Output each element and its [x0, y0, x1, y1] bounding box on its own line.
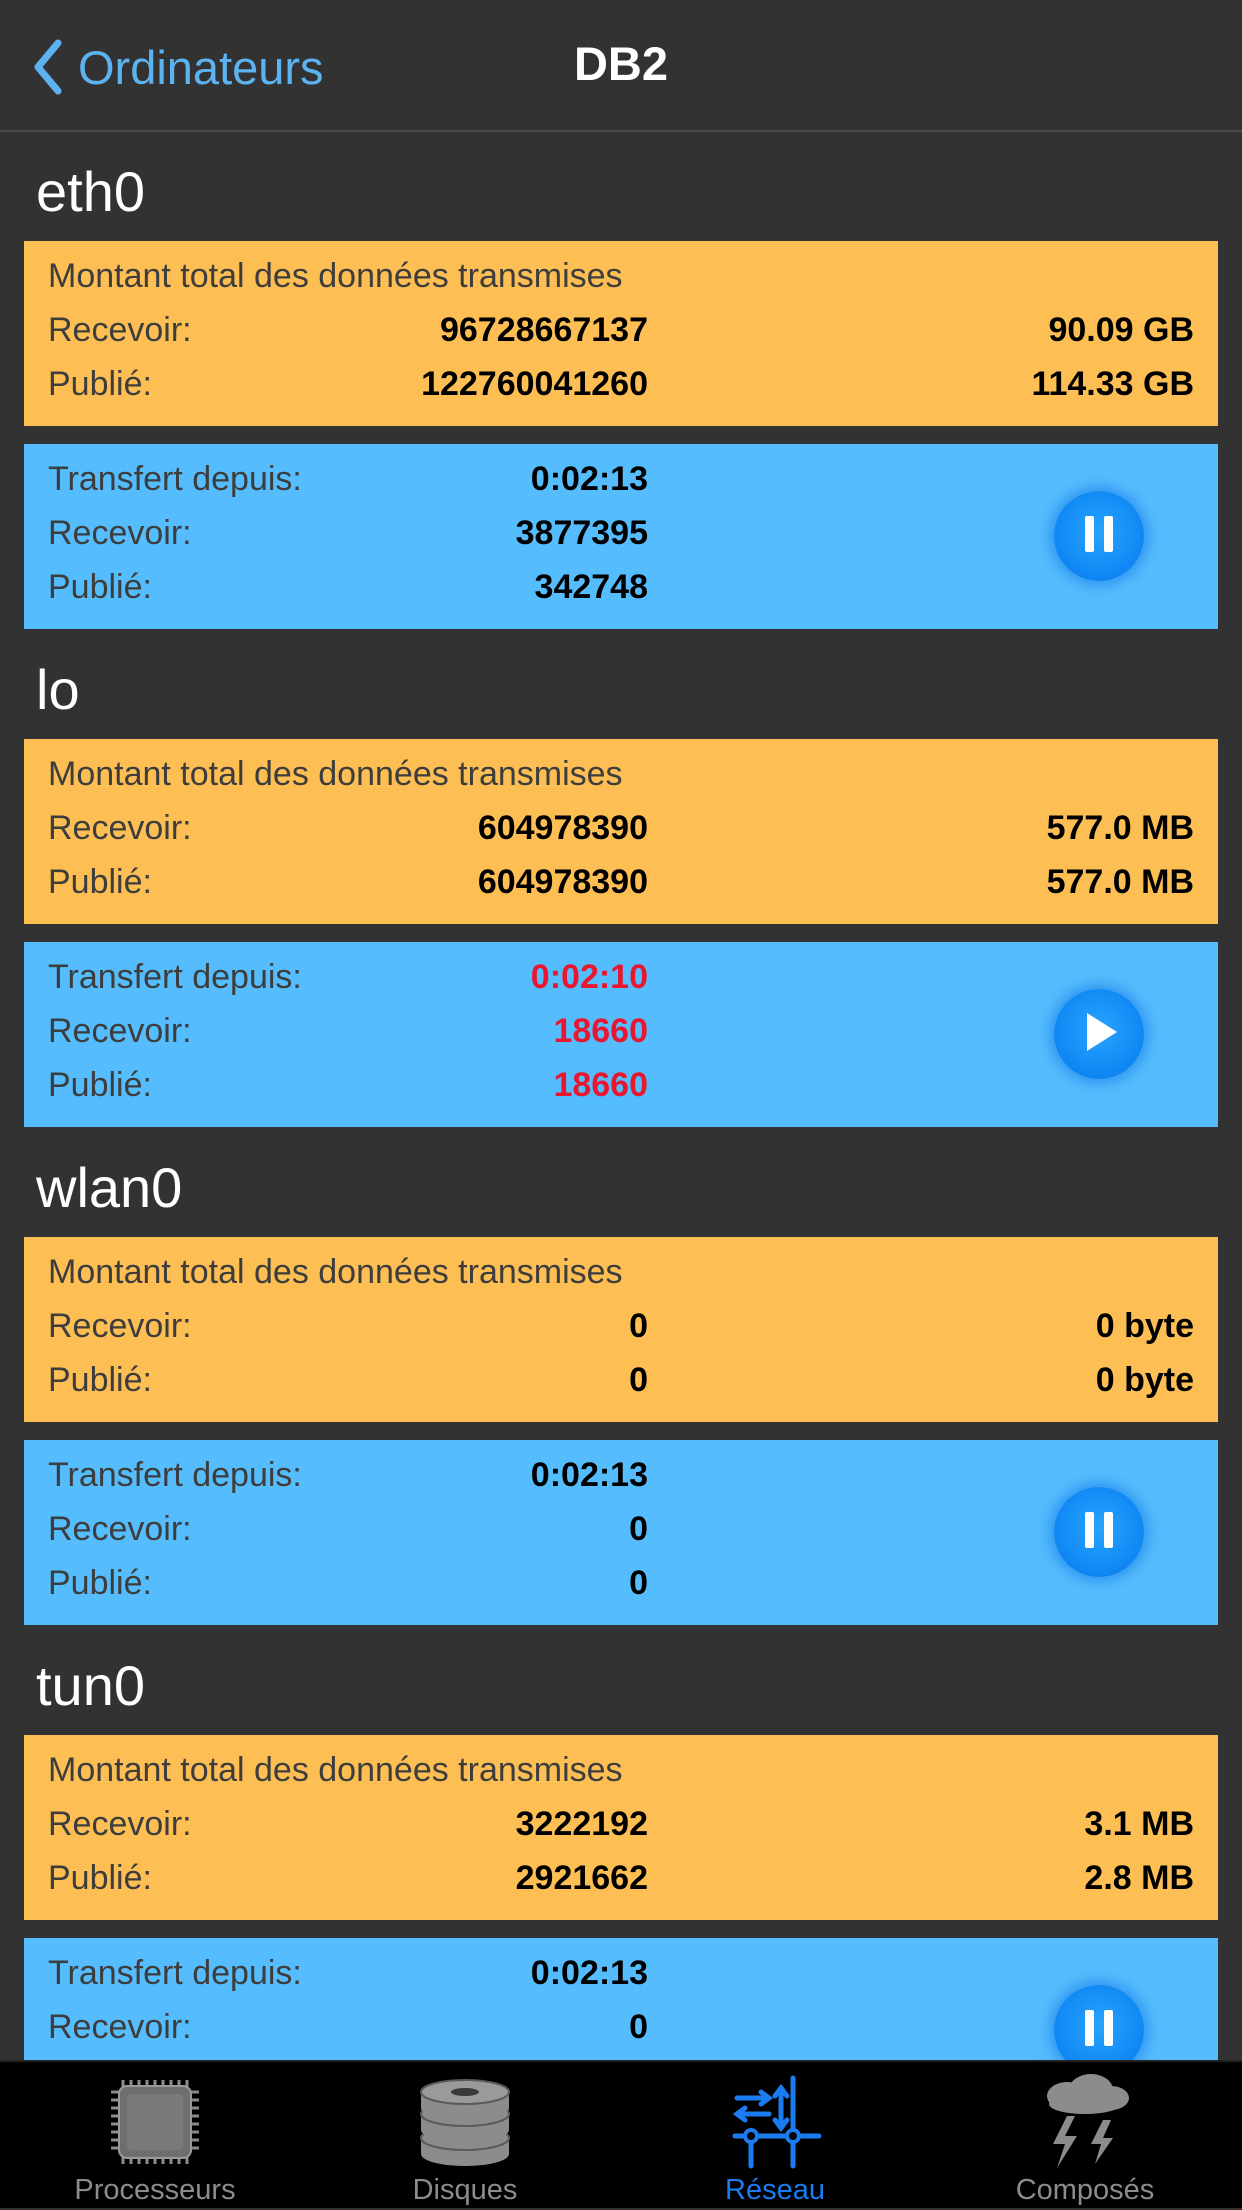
total-receive-value: 604978390 [477, 809, 648, 847]
rate-receive-value: 3877395 [515, 514, 648, 552]
since-label: Transfert depuis: [48, 1954, 302, 1992]
since-label: Transfert depuis: [48, 958, 302, 996]
receive-label: Recevoir: [48, 1307, 192, 1345]
total-receive-value: 3222192 [515, 1805, 648, 1843]
rate-card-lo: Transfert depuis: 0:02:10 Recevoir: 1866… [24, 942, 1218, 1127]
receive-label: Recevoir: [48, 311, 192, 349]
interface-title-tun0: tun0 [36, 1654, 145, 1717]
interface-title-eth0: eth0 [36, 160, 145, 223]
sent-label: Publié: [48, 1361, 152, 1399]
total-card-wlan0: Montant total des données transmises Rec… [24, 1237, 1218, 1422]
sent-label: Publié: [48, 1066, 152, 1104]
interface-title-wlan0: wlan0 [36, 1156, 183, 1219]
total-sent-size: 577.0 MB [1046, 863, 1194, 901]
total-header: Montant total des données transmises [48, 1253, 623, 1291]
total-sent-size: 114.33 GB [1031, 365, 1194, 403]
total-receive-size: 3.1 MB [1084, 1805, 1194, 1843]
rate-receive-value: 0 [629, 2008, 648, 2046]
rate-sent-value: 0 [629, 1564, 648, 1602]
rate-card-tun0: Transfert depuis: 0:02:13 Recevoir: 0 [24, 1938, 1218, 2060]
total-sent-value: 0 [629, 1361, 648, 1399]
rate-card-wlan0: Transfert depuis: 0:02:13 Recevoir: 0 Pu… [24, 1440, 1218, 1625]
total-card-tun0: Montant total des données transmises Rec… [24, 1735, 1218, 1920]
pause-button[interactable] [1054, 1487, 1144, 1577]
interface-title-lo: lo [36, 658, 80, 721]
sent-label: Publié: [48, 1859, 152, 1897]
tab-label: Processeurs [74, 2174, 236, 2206]
sent-label: Publié: [48, 365, 152, 403]
rate-receive-value: 0 [629, 1510, 648, 1548]
tab-composes[interactable]: Composés [930, 2062, 1240, 2210]
total-header: Montant total des données transmises [48, 755, 623, 793]
tab-label: Réseau [725, 2174, 825, 2206]
pause-button[interactable] [1054, 1985, 1144, 2060]
rate-receive-value: 18660 [553, 1012, 648, 1050]
total-card-eth0: Montant total des données transmises Rec… [24, 241, 1218, 426]
pause-icon [1081, 514, 1117, 559]
tab-processeurs[interactable]: Processeurs [0, 2062, 310, 2210]
since-value: 0:02:10 [530, 958, 648, 996]
receive-label: Recevoir: [48, 809, 192, 847]
storm-cloud-icon [930, 2074, 1240, 2170]
tab-disques[interactable]: Disques [310, 2062, 620, 2210]
receive-label: Recevoir: [48, 2008, 192, 2046]
interfaces-list[interactable]: eth0 Montant total des données transmise… [0, 134, 1242, 2060]
back-button-label: Ordinateurs [78, 40, 324, 94]
total-sent-value: 122760041260 [421, 365, 648, 403]
rate-card-eth0: Transfert depuis: 0:02:13 Recevoir: 3877… [24, 444, 1218, 629]
back-button[interactable]: Ordinateurs [34, 32, 324, 102]
since-label: Transfert depuis: [48, 1456, 302, 1494]
pause-icon [1081, 2008, 1117, 2053]
total-sent-value: 2921662 [515, 1859, 648, 1897]
receive-label: Recevoir: [48, 1805, 192, 1843]
since-value: 0:02:13 [530, 1954, 648, 1992]
total-sent-size: 2.8 MB [1084, 1859, 1194, 1897]
since-value: 0:02:13 [530, 1456, 648, 1494]
sent-label: Publié: [48, 568, 152, 606]
sent-label: Publié: [48, 863, 152, 901]
tab-bar: Processeurs Disques Réseau Composés [0, 2060, 1242, 2208]
total-header: Montant total des données transmises [48, 257, 623, 295]
play-icon [1079, 1011, 1119, 1058]
navigation-bar: Ordinateurs DB2 [0, 0, 1242, 132]
rate-sent-value: 342748 [534, 568, 648, 606]
pause-button[interactable] [1054, 491, 1144, 581]
total-receive-value: 96728667137 [439, 311, 648, 349]
receive-label: Recevoir: [48, 1510, 192, 1548]
sent-label: Publié: [48, 1564, 152, 1602]
total-receive-size: 0 byte [1095, 1307, 1194, 1345]
tab-reseau[interactable]: Réseau [620, 2062, 930, 2210]
total-receive-size: 577.0 MB [1046, 809, 1194, 847]
tab-label: Disques [412, 2174, 518, 2206]
rate-sent-value: 18660 [553, 1066, 648, 1104]
total-header: Montant total des données transmises [48, 1751, 623, 1789]
total-receive-value: 0 [629, 1307, 648, 1345]
since-label: Transfert depuis: [48, 460, 302, 498]
total-card-lo: Montant total des données transmises Rec… [24, 739, 1218, 924]
chevron-left-icon [34, 39, 62, 95]
disk-stack-icon [310, 2074, 620, 2170]
play-button[interactable] [1054, 989, 1144, 1079]
total-receive-size: 90.09 GB [1048, 311, 1194, 349]
cpu-chip-icon [0, 2074, 310, 2170]
since-value: 0:02:13 [530, 460, 648, 498]
pause-icon [1081, 1510, 1117, 1555]
tab-label: Composés [1015, 2174, 1155, 2206]
total-sent-size: 0 byte [1095, 1361, 1194, 1399]
receive-label: Recevoir: [48, 514, 192, 552]
total-sent-value: 604978390 [477, 863, 648, 901]
receive-label: Recevoir: [48, 1012, 192, 1050]
network-icon [620, 2074, 930, 2170]
